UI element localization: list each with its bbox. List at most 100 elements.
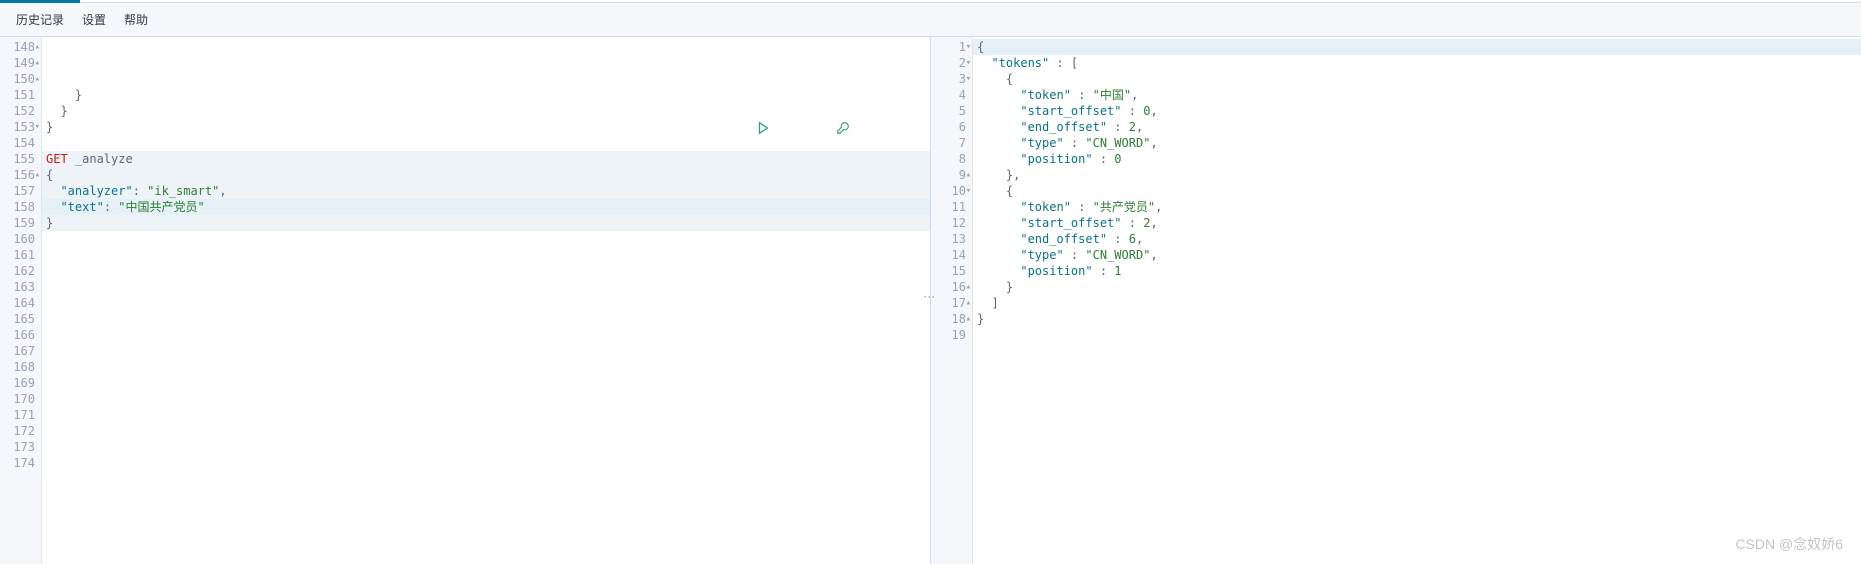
code-line: "tokens" : [ <box>973 55 1861 71</box>
code-line[interactable]: } <box>42 215 930 231</box>
line-number: 6 <box>931 119 972 135</box>
line-number: 152 <box>0 103 41 119</box>
line-number: 167 <box>0 343 41 359</box>
code-line[interactable]: "text": "中国共产党员" <box>42 199 930 215</box>
line-number: 9▴ <box>931 167 972 183</box>
line-number: 153▾ <box>0 119 41 135</box>
code-line[interactable] <box>42 231 930 247</box>
line-number: 150▴ <box>0 71 41 87</box>
code-line[interactable] <box>42 423 930 439</box>
code-line[interactable] <box>42 247 930 263</box>
fold-toggle-icon[interactable]: ▴ <box>966 167 971 183</box>
fold-toggle-icon[interactable]: ▴ <box>966 311 971 327</box>
fold-toggle-icon[interactable]: ▾ <box>966 39 971 55</box>
watermark: CSDN @念奴娇6 <box>1735 534 1843 554</box>
fold-toggle-icon[interactable]: ▴ <box>35 167 40 183</box>
line-number: 172 <box>0 423 41 439</box>
fold-toggle-icon[interactable]: ▴ <box>966 279 971 295</box>
code-line: "type" : "CN_WORD", <box>973 135 1861 151</box>
line-number: 169 <box>0 375 41 391</box>
fold-toggle-icon[interactable]: ▴ <box>35 71 40 87</box>
code-line: "start_offset" : 2, <box>973 215 1861 231</box>
wrench-icon[interactable] <box>836 89 908 167</box>
code-line[interactable] <box>42 455 930 471</box>
code-line[interactable] <box>42 375 930 391</box>
code-line: } <box>973 311 1861 327</box>
request-editor[interactable]: } }}GET _analyze{ "analyzer": "ik_smart"… <box>42 37 930 564</box>
line-number: 163 <box>0 279 41 295</box>
line-number: 158 <box>0 199 41 215</box>
code-line[interactable]: { <box>42 167 930 183</box>
code-line[interactable] <box>42 343 930 359</box>
run-controls <box>756 89 909 167</box>
line-number: 5 <box>931 103 972 119</box>
code-line: ] <box>973 295 1861 311</box>
line-number: 3▾ <box>931 71 972 87</box>
fold-toggle-icon[interactable]: ▾ <box>35 119 40 135</box>
fold-toggle-icon[interactable]: ▴ <box>35 55 40 71</box>
code-line: { <box>973 183 1861 199</box>
code-line[interactable] <box>42 359 930 375</box>
fold-toggle-icon[interactable]: ▾ <box>966 55 971 71</box>
line-number: 148▴ <box>0 39 41 55</box>
code-line[interactable]: "analyzer": "ik_smart", <box>42 183 930 199</box>
code-line: "token" : "共产党员", <box>973 199 1861 215</box>
line-number: 159 <box>0 215 41 231</box>
response-viewer[interactable]: { "tokens" : [ { "token" : "中国", "start_… <box>973 37 1861 564</box>
code-line[interactable] <box>42 439 930 455</box>
fold-toggle-icon[interactable]: ▾ <box>966 183 971 199</box>
line-number: 170 <box>0 391 41 407</box>
line-number: 10▾ <box>931 183 972 199</box>
code-line[interactable] <box>42 407 930 423</box>
line-number: 13 <box>931 231 972 247</box>
play-icon[interactable] <box>756 89 828 167</box>
request-pane: 148▴149▴150▴151152153▾154155156▴15715815… <box>0 37 931 564</box>
code-line[interactable] <box>42 471 930 487</box>
code-line: "end_offset" : 2, <box>973 119 1861 135</box>
line-number: 161 <box>0 247 41 263</box>
code-line[interactable] <box>42 279 930 295</box>
line-number: 166 <box>0 327 41 343</box>
code-line: { <box>973 71 1861 87</box>
menu-history[interactable]: 历史记录 <box>16 11 64 28</box>
menu-bar: 历史记录 设置 帮助 <box>0 3 1861 37</box>
code-line: "position" : 0 <box>973 151 1861 167</box>
fold-toggle-icon[interactable]: ▴ <box>35 39 40 55</box>
code-line[interactable] <box>42 503 930 519</box>
line-number: 11 <box>931 199 972 215</box>
code-line[interactable] <box>42 311 930 327</box>
code-line: "position" : 1 <box>973 263 1861 279</box>
line-number: 151 <box>0 87 41 103</box>
code-line <box>973 327 1861 343</box>
line-number: 164 <box>0 295 41 311</box>
line-number: 18▴ <box>931 311 972 327</box>
menu-settings[interactable]: 设置 <box>82 11 106 28</box>
line-number: 155 <box>0 151 41 167</box>
response-gutter: 1▾2▾3▾456789▴10▾111213141516▴17▴18▴19 <box>931 37 973 564</box>
line-number: 160 <box>0 231 41 247</box>
line-number: 149▴ <box>0 55 41 71</box>
line-number: 17▴ <box>931 295 972 311</box>
code-line[interactable] <box>42 391 930 407</box>
line-number: 154 <box>0 135 41 151</box>
fold-toggle-icon[interactable]: ▾ <box>966 71 971 87</box>
request-gutter: 148▴149▴150▴151152153▾154155156▴15715815… <box>0 37 42 564</box>
code-line[interactable] <box>42 487 930 503</box>
code-line: "end_offset" : 6, <box>973 231 1861 247</box>
line-number: 171 <box>0 407 41 423</box>
code-line[interactable] <box>42 263 930 279</box>
line-number: 7 <box>931 135 972 151</box>
menu-help[interactable]: 帮助 <box>124 11 148 28</box>
line-number: 19 <box>931 327 972 343</box>
line-number: 16▴ <box>931 279 972 295</box>
fold-toggle-icon[interactable]: ▴ <box>966 295 971 311</box>
code-line: "token" : "中国", <box>973 87 1861 103</box>
line-number: 14 <box>931 247 972 263</box>
tab-indicator <box>0 0 1861 3</box>
code-line: }, <box>973 167 1861 183</box>
code-line: { <box>973 39 1861 55</box>
code-line[interactable] <box>42 327 930 343</box>
line-number: 15 <box>931 263 972 279</box>
code-line[interactable] <box>42 295 930 311</box>
line-number: 165 <box>0 311 41 327</box>
